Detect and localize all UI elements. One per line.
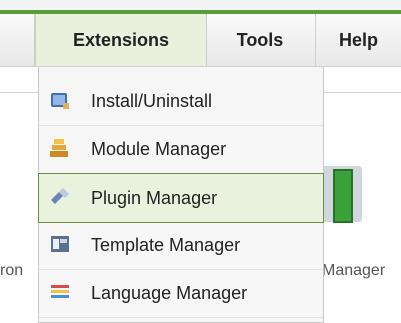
dropdown-plugin-manager[interactable]: Plugin Manager bbox=[38, 173, 324, 223]
install-icon bbox=[49, 89, 71, 111]
dropdown-item-label: Module Manager bbox=[91, 139, 227, 159]
dropdown-language-manager[interactable]: Language Manager bbox=[39, 269, 323, 318]
menu-tools-label: Tools bbox=[236, 30, 284, 50]
top-strip bbox=[0, 0, 401, 10]
dropdown-item-label: Plugin Manager bbox=[91, 188, 218, 208]
menu-extensions[interactable]: Extensions bbox=[35, 14, 207, 66]
menu-extensions-label: Extensions bbox=[72, 30, 170, 50]
plugin-manager-large-icon[interactable] bbox=[320, 160, 368, 228]
background-fragment-left: ron bbox=[0, 262, 24, 279]
template-icon bbox=[49, 233, 71, 255]
plugin-icon bbox=[49, 186, 71, 208]
menu-help-label: Help bbox=[338, 30, 378, 50]
dropdown-module-manager[interactable]: Module Manager bbox=[39, 125, 323, 174]
background-fragment-right: Manager bbox=[322, 262, 386, 279]
module-icon bbox=[49, 137, 71, 159]
dropdown-item-label: Install/Uninstall bbox=[91, 91, 213, 111]
dropdown-item-label: Language Manager bbox=[91, 283, 248, 303]
menu-tools[interactable]: Tools bbox=[206, 14, 314, 66]
dropdown-template-manager[interactable]: Template Manager bbox=[39, 221, 323, 270]
dropdown-item-label: Template Manager bbox=[91, 235, 241, 255]
menu-bar: Extensions Tools Help bbox=[0, 14, 401, 67]
language-icon bbox=[49, 281, 71, 303]
extensions-dropdown: Install/Uninstall Module Manager Plugin … bbox=[38, 67, 324, 323]
menu-help[interactable]: Help bbox=[316, 14, 401, 66]
dropdown-install-uninstall[interactable]: Install/Uninstall bbox=[39, 77, 323, 126]
